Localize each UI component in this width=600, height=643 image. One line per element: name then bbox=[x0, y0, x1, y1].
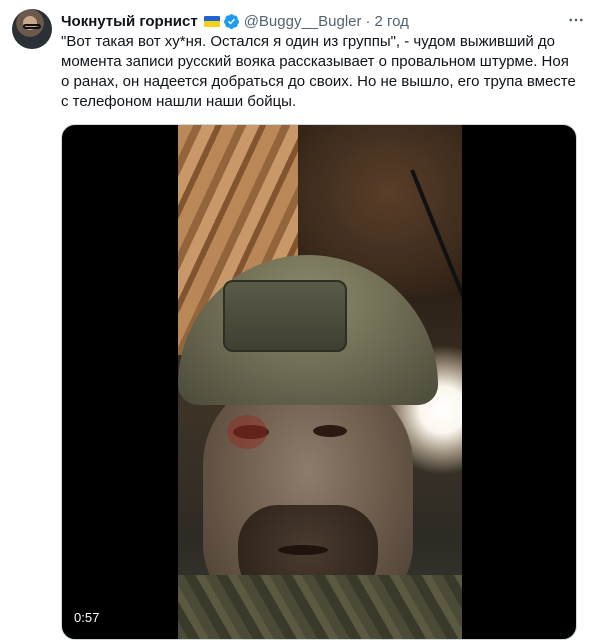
video-helmet-plate bbox=[223, 280, 347, 352]
tweet-time[interactable]: 2 год bbox=[375, 13, 409, 30]
separator-dot: · bbox=[365, 12, 371, 30]
tweet-text: "Вот такая вот ху*ня. Остался я один из … bbox=[61, 33, 576, 110]
video-duration: 0:57 bbox=[74, 610, 100, 625]
video-eye-left bbox=[227, 415, 269, 449]
tweet-header: Чокнутый горнист @Buggy__Bugler · 2 год bbox=[61, 10, 590, 32]
ukraine-flag-icon bbox=[203, 15, 220, 27]
avatar[interactable] bbox=[12, 9, 52, 49]
video-eye-right bbox=[313, 425, 347, 437]
video-player[interactable]: 0:57 bbox=[61, 124, 577, 640]
tweet[interactable]: Чокнутый горнист @Buggy__Bugler · 2 год … bbox=[0, 0, 600, 643]
video-mouth bbox=[278, 545, 328, 555]
author-name[interactable]: Чокнутый горнист bbox=[61, 13, 198, 30]
video-vest bbox=[178, 575, 462, 639]
video-frame bbox=[178, 125, 462, 639]
avatar-glasses bbox=[23, 24, 41, 29]
more-horizontal-icon[interactable] bbox=[566, 10, 586, 30]
verified-badge-icon bbox=[223, 13, 240, 30]
author-handle[interactable]: @Buggy__Bugler bbox=[244, 13, 362, 30]
